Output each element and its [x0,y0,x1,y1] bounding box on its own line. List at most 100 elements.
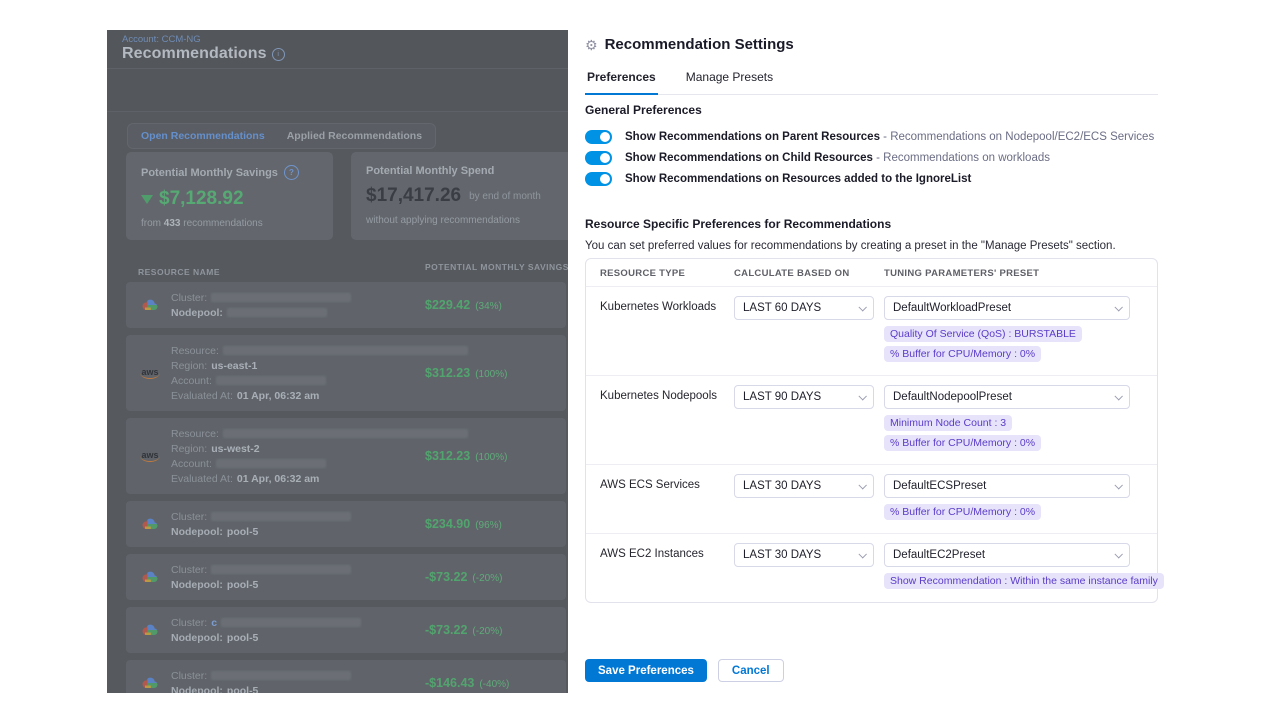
detail-label: Cluster: [171,617,207,629]
recommendation-row[interactable]: Cluster:Nodepool:pool-5 -$146.43 (-40%) [126,660,566,693]
save-preferences-button[interactable]: Save Preferences [585,659,707,682]
resource-pref-row: Kubernetes Nodepools LAST 90 DAYS Defaul… [586,376,1157,465]
calculate-based-on-select[interactable]: LAST 30 DAYS [734,474,874,498]
gcp-cloud-icon [138,623,162,637]
selected-period: LAST 60 DAYS [743,302,821,314]
detail-label: Nodepool: [171,526,223,538]
recommendation-row[interactable]: aws Resource:Region:us-east-1Account:Eva… [126,335,566,411]
detail-label: Nodepool: [171,307,223,319]
recommendation-row[interactable]: aws Resource: Region: us-west-2 Account:Eva… [126,418,566,494]
help-icon[interactable]: ? [284,165,299,180]
info-icon[interactable]: i [272,48,285,61]
detail-label: Nodepool: [171,579,223,591]
savings-percent: (-20%) [472,626,502,637]
chevron-down-icon [1114,392,1122,400]
recommendation-row[interactable]: Cluster:Nodepool: $229.42 (34%) [126,282,566,328]
toggle-switch[interactable] [585,130,612,144]
resource-type-label: AWS EC2 Instances [600,543,734,593]
preset-badge: Minimum Node Count : 3 [884,415,1012,431]
recommendation-row[interactable]: Cluster:Nodepool:pool-5 $234.90 (96%) [126,501,566,547]
detail-label: Region: [171,360,207,372]
preset-badge: Quality Of Service (QoS) : BURSTABLE [884,326,1082,342]
resource-pref-row: AWS ECS Services LAST 30 DAYS DefaultECS… [586,465,1157,534]
general-preferences-heading: General Preferences [585,103,702,117]
redacted-value [223,346,468,355]
cancel-button[interactable]: Cancel [718,659,784,682]
preset-badge: Show Recommendation : Within the same in… [884,573,1164,589]
chevron-down-icon [1114,481,1122,489]
detail-label: Region: [171,443,207,455]
preset-select[interactable]: DefaultEC2Preset [884,543,1130,567]
column-resource-type: RESOURCE TYPE [600,268,734,279]
preset-select[interactable]: DefaultNodepoolPreset [884,385,1130,409]
calculate-based-on-select[interactable]: LAST 90 DAYS [734,385,874,409]
tab-manage-presets[interactable]: Manage Presets [684,64,775,95]
resource-detail-line: Evaluated At: 01 Apr, 06:32 am [171,388,554,403]
savings-subtext: from 433 recommendations [141,218,318,229]
redacted-value [211,565,351,574]
settings-tabs: Preferences Manage Presets [585,64,1158,95]
spend-amount: $17,417.26 [366,185,461,207]
detail-value: us-west-2 [211,443,259,455]
toggle-knob [600,132,610,142]
tab-applied-recommendations[interactable]: Applied Recommendations [276,126,433,146]
recommendation-row[interactable]: Cluster:Nodepool:pool-5 -$73.22 (-20%) [126,554,566,600]
account-breadcrumb[interactable]: Account: CCM-NG [122,34,201,45]
tab-preferences[interactable]: Preferences [585,64,658,95]
chevron-down-icon [858,392,866,400]
resource-detail-line: Evaluated At:01 Apr, 06:32 am [171,471,554,486]
detail-label: Account: [171,458,212,470]
tab-open-recommendations[interactable]: Open Recommendations [130,126,276,146]
detail-value: pool-5 [227,632,259,644]
preset-select[interactable]: DefaultWorkloadPreset [884,296,1130,320]
recommendations-page-dimmed: Account: CCM-NG Recommendations i Open R… [107,30,568,693]
chevron-down-icon [858,303,866,311]
preset-badge: % Buffer for CPU/Memory : 0% [884,346,1041,362]
gcp-cloud-icon [138,298,162,312]
savings-percent: (96%) [475,520,502,531]
redacted-value [216,459,326,468]
general-preferences-toggles: Show Recommendations on Parent Resources… [585,126,1154,189]
aws-icon: aws [138,450,162,462]
detail-value: c [211,617,217,629]
detail-label: Cluster: [171,670,207,682]
calculate-based-on-select[interactable]: LAST 30 DAYS [734,543,874,567]
preset-select[interactable]: DefaultECSPreset [884,474,1130,498]
selected-period: LAST 30 DAYS [743,480,821,492]
gear-icon: ⚙ [585,38,598,52]
savings-percent: (100%) [475,369,507,380]
detail-label: Evaluated At: [171,390,233,402]
calculate-based-on-select[interactable]: LAST 60 DAYS [734,296,874,320]
toggle-switch[interactable] [585,172,612,186]
redacted-value [211,671,351,680]
redacted-value [227,308,327,317]
savings-value: -$146.43 [425,676,474,690]
resource-detail-line: Resource: [171,343,554,358]
savings-percent: (-40%) [479,679,509,690]
toggle-label: Show Recommendations on Child Resources … [625,152,1050,164]
resource-type-label: AWS ECS Services [600,474,734,524]
redacted-value [211,512,351,521]
spend-amount-suffix: by end of month [469,191,541,202]
page-header: Account: CCM-NG Recommendations i [107,30,568,69]
savings-value: -$73.22 [425,570,467,584]
recommendation-row[interactable]: Cluster:cNodepool:pool-5 -$73.22 (-20%) [126,607,566,653]
toggle-switch[interactable] [585,151,612,165]
resource-preferences-table: RESOURCE TYPE CALCULATE BASED ON TUNING … [585,258,1158,603]
detail-value: 01 Apr, 06:32 am [237,390,320,402]
gcp-cloud-icon [138,570,162,584]
aws-icon: aws [138,367,162,379]
savings-value: $234.90 [425,517,470,531]
toggle-label: Show Recommendations on Resources added … [625,173,971,185]
redacted-value [221,618,361,627]
savings-down-icon [141,195,153,204]
resource-preferences-description: You can set preferred values for recomme… [585,240,1116,252]
preset-badges: % Buffer for CPU/Memory : 0% [884,504,1143,520]
recommendation-settings-drawer: ⚙ Recommendation Settings Preferences Ma… [585,30,1158,720]
recommendations-table-rows: Cluster:Nodepool: $229.42 (34%) aws Reso… [126,282,566,693]
detail-label: Resource: [171,428,219,440]
chevron-down-icon [858,550,866,558]
column-resource-name: RESOURCE NAME [138,267,220,277]
chevron-down-icon [1114,303,1122,311]
detail-label: Account: [171,375,212,387]
